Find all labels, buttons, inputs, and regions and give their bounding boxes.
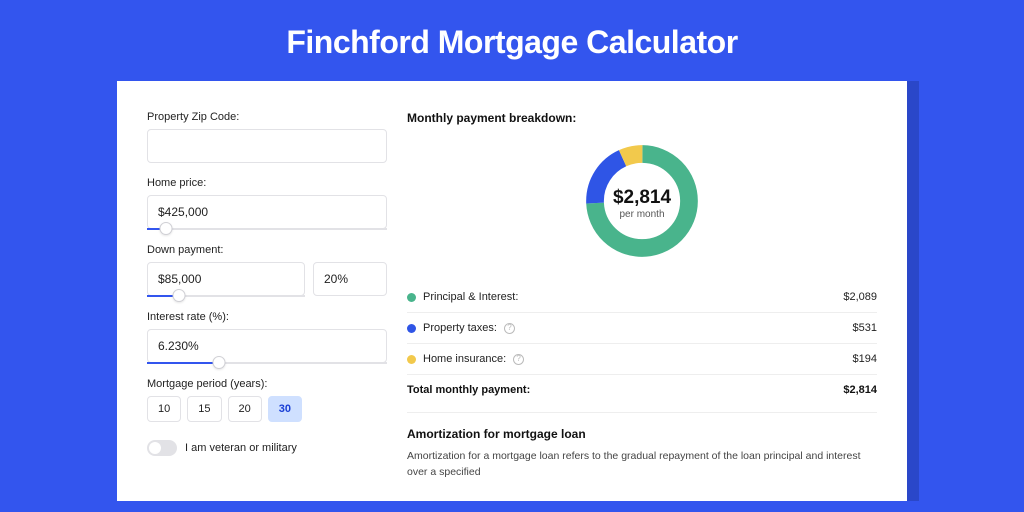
legend-row-taxes: Property taxes: ? $531	[407, 313, 877, 344]
breakdown-title: Monthly payment breakdown:	[407, 111, 877, 125]
mortgage-period-field-group: Mortgage period (years): 10 15 20 30	[147, 378, 387, 422]
down-payment-amount-input[interactable]	[147, 262, 305, 296]
interest-rate-field-group: Interest rate (%):	[147, 311, 387, 364]
dot-icon-blue	[407, 324, 416, 333]
info-icon[interactable]: ?	[504, 323, 515, 334]
veteran-toggle-row: I am veteran or military	[147, 440, 387, 456]
period-option-15[interactable]: 15	[187, 396, 221, 422]
down-payment-slider[interactable]	[147, 295, 305, 297]
dot-icon-green	[407, 293, 416, 302]
calculator-card: Property Zip Code: Home price: Down paym…	[117, 81, 907, 501]
amortization-section: Amortization for mortgage loan Amortizat…	[407, 412, 877, 481]
page-title: Finchford Mortgage Calculator	[0, 0, 1024, 81]
donut-center-amount: $2,814	[613, 187, 671, 209]
home-price-slider-thumb[interactable]	[160, 222, 173, 235]
period-option-20[interactable]: 20	[228, 396, 262, 422]
down-payment-percent-input[interactable]	[313, 262, 387, 296]
legend-value-principal: $2,089	[843, 291, 877, 303]
donut-center: $2,814 per month	[580, 139, 704, 268]
mortgage-period-label: Mortgage period (years):	[147, 378, 387, 390]
period-option-10[interactable]: 10	[147, 396, 181, 422]
donut-chart-wrap: $2,814 per month	[407, 139, 877, 268]
total-value: $2,814	[843, 384, 877, 396]
legend-label-principal: Principal & Interest:	[423, 291, 518, 303]
mortgage-period-options: 10 15 20 30	[147, 396, 387, 422]
legend-label-taxes: Property taxes:	[423, 322, 497, 334]
donut-center-sub: per month	[619, 209, 664, 220]
down-payment-field-group: Down payment:	[147, 244, 387, 297]
interest-rate-slider-thumb[interactable]	[213, 356, 226, 369]
amortization-title: Amortization for mortgage loan	[407, 427, 877, 441]
down-payment-slider-thumb[interactable]	[172, 289, 185, 302]
veteran-toggle-knob	[149, 442, 161, 454]
home-price-label: Home price:	[147, 177, 387, 189]
down-payment-label: Down payment:	[147, 244, 387, 256]
home-price-input[interactable]	[147, 195, 387, 229]
interest-rate-slider-fill	[147, 362, 219, 364]
legend-value-insurance: $194	[853, 353, 877, 365]
breakdown-panel: Monthly payment breakdown: $2,814 per mo…	[407, 111, 877, 501]
total-row: Total monthly payment: $2,814	[407, 375, 877, 412]
interest-rate-slider[interactable]	[147, 362, 387, 364]
total-label: Total monthly payment:	[407, 384, 530, 396]
period-option-30[interactable]: 30	[268, 396, 302, 422]
form-panel: Property Zip Code: Home price: Down paym…	[147, 111, 387, 501]
info-icon[interactable]: ?	[513, 354, 524, 365]
legend-value-taxes: $531	[853, 322, 877, 334]
veteran-toggle-label: I am veteran or military	[185, 442, 297, 454]
zip-input[interactable]	[147, 129, 387, 163]
legend-label-insurance: Home insurance:	[423, 353, 506, 365]
home-price-slider[interactable]	[147, 228, 387, 230]
legend-row-insurance: Home insurance: ? $194	[407, 344, 877, 375]
interest-rate-label: Interest rate (%):	[147, 311, 387, 323]
zip-field-group: Property Zip Code:	[147, 111, 387, 163]
veteran-toggle[interactable]	[147, 440, 177, 456]
donut-chart: $2,814 per month	[580, 139, 704, 268]
legend-row-principal: Principal & Interest: $2,089	[407, 282, 877, 313]
home-price-field-group: Home price:	[147, 177, 387, 230]
zip-label: Property Zip Code:	[147, 111, 387, 123]
dot-icon-yellow	[407, 355, 416, 364]
interest-rate-input[interactable]	[147, 329, 387, 363]
amortization-body: Amortization for a mortgage loan refers …	[407, 449, 877, 481]
